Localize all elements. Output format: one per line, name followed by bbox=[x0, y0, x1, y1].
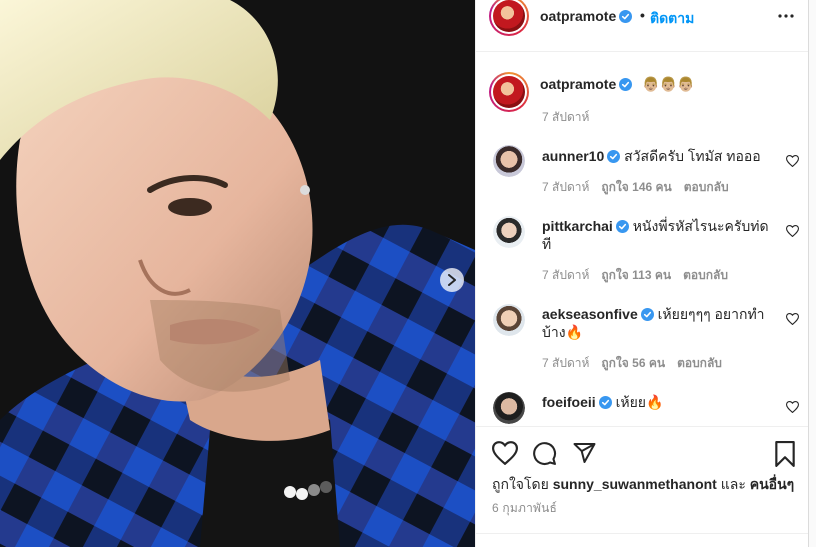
caption-text: 👨🏼👨🏼👨🏼 bbox=[642, 76, 695, 92]
author-username-text: oatpramote bbox=[540, 8, 617, 24]
post-photo-image bbox=[0, 0, 475, 547]
comment-likes[interactable]: ถูกใจ 146 คน bbox=[601, 180, 671, 194]
author-avatar[interactable] bbox=[489, 0, 529, 36]
likes-and: และ bbox=[720, 476, 746, 492]
comment-message: เห้ยยๆๆๆ อยากทำ bbox=[657, 306, 765, 322]
likes-summary: ถูกใจโดย sunny_suwanmethanont และ คนอื่น… bbox=[492, 474, 794, 496]
comment-message: หนังพี่รหัสไรนะครับท่ด bbox=[632, 218, 769, 234]
chevron-right-icon bbox=[448, 274, 456, 286]
caption-author-avatar[interactable] bbox=[489, 72, 529, 112]
reply-button[interactable]: ตอบกลับ bbox=[677, 356, 722, 370]
verified-badge-icon bbox=[598, 396, 612, 409]
likes-prefix: ถูกใจโดย bbox=[492, 476, 549, 492]
share-icon[interactable] bbox=[572, 441, 597, 465]
comment-text: foeifoeii เห้ยย🔥 bbox=[542, 393, 778, 411]
comment-message-cont: บ้าง🔥 bbox=[542, 324, 584, 340]
add-comment-area[interactable] bbox=[476, 533, 811, 547]
verified-badge-icon bbox=[619, 78, 633, 91]
comment-like-heart-icon[interactable] bbox=[786, 155, 799, 167]
comment-text: pittkarchai หนังพี่รหัสไรนะครับท่ด ที bbox=[542, 217, 778, 253]
comment-avatar[interactable] bbox=[493, 392, 525, 424]
post-photo[interactable] bbox=[0, 0, 475, 547]
next-image-button[interactable] bbox=[440, 268, 464, 292]
post-actions: ถูกใจโดย sunny_suwanmethanont และ คนอื่น… bbox=[476, 426, 811, 547]
verified-badge-icon bbox=[615, 220, 629, 233]
comment-likes[interactable]: ถูกใจ 56 คน bbox=[601, 356, 665, 370]
heart-icon[interactable] bbox=[492, 441, 518, 465]
comment-username[interactable]: aunner10 bbox=[542, 148, 604, 164]
comment-text: aunner10 สวัสดีครับ โทมัส ทอออ bbox=[542, 147, 788, 165]
verified-badge-icon bbox=[640, 308, 654, 321]
comment-meta: 7 สัปดาห์ ถูกใจ 146 คน ตอบกลับ bbox=[542, 178, 741, 197]
comment-username[interactable]: aekseasonfive bbox=[542, 306, 638, 322]
comment-like-heart-icon[interactable] bbox=[786, 225, 799, 237]
likes-others-link[interactable]: คนอื่นๆ bbox=[750, 476, 794, 492]
post-header: oatpramote • ติดตาม bbox=[476, 0, 811, 52]
post-date[interactable]: 6 กุมภาพันธ์ bbox=[492, 499, 557, 518]
post-details-pane: oatpramote • ติดตาม oatpramote 👨🏼👨🏼👨🏼 7 … bbox=[475, 0, 811, 547]
comment-message-cont: ที bbox=[542, 236, 552, 252]
reply-button[interactable]: ตอบกลับ bbox=[684, 180, 729, 194]
verified-badge-icon bbox=[619, 10, 633, 23]
comment-avatar[interactable] bbox=[493, 304, 525, 336]
comment-time: 7 สัปดาห์ bbox=[542, 356, 590, 370]
comment-like-heart-icon[interactable] bbox=[786, 401, 799, 413]
follow-button[interactable]: ติดตาม bbox=[650, 8, 694, 30]
comment-username[interactable]: foeifoeii bbox=[542, 394, 596, 410]
comment-time: 7 สัปดาห์ bbox=[542, 268, 590, 282]
comment-username[interactable]: pittkarchai bbox=[542, 218, 613, 234]
separator-dot: • bbox=[640, 7, 645, 23]
comment-likes[interactable]: ถูกใจ 113 คน bbox=[601, 268, 671, 282]
comment-time: 7 สัปดาห์ bbox=[542, 180, 590, 194]
caption-time: 7 สัปดาห์ bbox=[542, 110, 590, 124]
likes-user-link[interactable]: sunny_suwanmethanont bbox=[553, 476, 717, 492]
comment-avatar[interactable] bbox=[493, 216, 525, 248]
comment-message: เห้ยย🔥 bbox=[615, 394, 664, 410]
more-icon[interactable] bbox=[778, 14, 794, 18]
comment-like-heart-icon[interactable] bbox=[786, 313, 799, 325]
verified-badge-icon bbox=[607, 150, 621, 163]
comment-meta: 7 สัปดาห์ ถูกใจ 56 คน ตอบกลับ bbox=[542, 354, 734, 373]
comment-icon[interactable] bbox=[532, 441, 557, 466]
author-username[interactable]: oatpramote bbox=[540, 8, 633, 24]
reply-button[interactable]: ตอบกลับ bbox=[683, 268, 728, 282]
comment-meta: 7 สัปดาห์ ถูกใจ 113 คน ตอบกลับ bbox=[542, 266, 740, 285]
caption-username[interactable]: oatpramote bbox=[540, 76, 633, 92]
caption: oatpramote 👨🏼👨🏼👨🏼 bbox=[540, 76, 694, 93]
caption-username-text: oatpramote bbox=[540, 76, 617, 92]
comment-avatar[interactable] bbox=[493, 145, 525, 177]
comment-message: สวัสดีครับ โทมัส ทอออ bbox=[624, 148, 761, 164]
page-edge bbox=[808, 0, 816, 547]
bookmark-icon[interactable] bbox=[774, 441, 796, 467]
comment-text: aekseasonfive เห้ยยๆๆๆ อยากทำ บ้าง🔥 bbox=[542, 305, 778, 341]
